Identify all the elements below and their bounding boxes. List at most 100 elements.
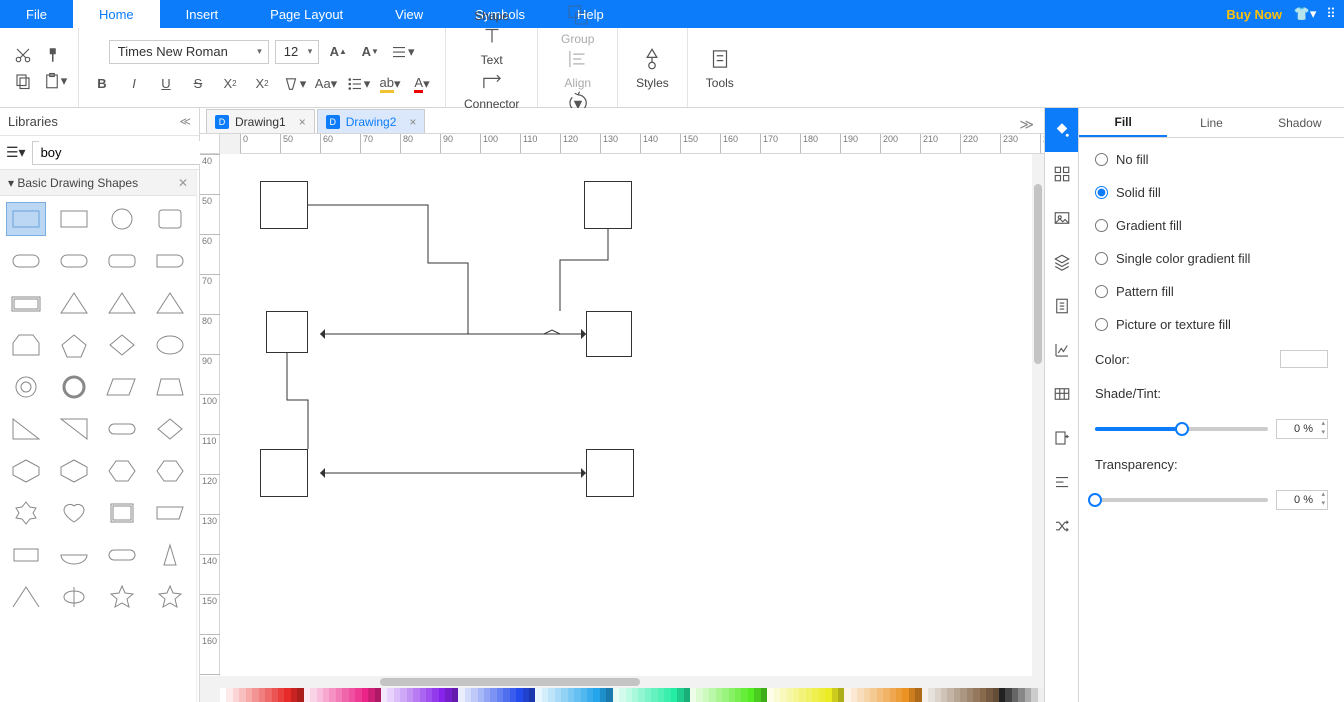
subscript-button[interactable]: X2 xyxy=(249,71,275,97)
layers-panel-icon[interactable] xyxy=(1045,240,1079,284)
shape-thumb[interactable] xyxy=(102,286,142,320)
italic-button[interactable]: I xyxy=(121,71,147,97)
shape-thumb[interactable] xyxy=(6,412,46,446)
menu-view[interactable]: View xyxy=(369,0,449,28)
export-panel-icon[interactable] xyxy=(1045,416,1079,460)
decrease-font-button[interactable]: A▼ xyxy=(357,39,383,65)
shape-thumb[interactable] xyxy=(102,370,142,404)
buy-now-link[interactable]: Buy Now xyxy=(1216,0,1292,28)
font-color-button[interactable]: A▾ xyxy=(409,71,435,97)
bold-button[interactable]: B xyxy=(89,71,115,97)
table-panel-icon[interactable] xyxy=(1045,372,1079,416)
shape-thumb[interactable] xyxy=(102,580,142,614)
search-input[interactable] xyxy=(39,141,219,164)
case-button[interactable]: Aa▾ xyxy=(313,71,339,97)
tab-drawing1[interactable]: DDrawing1× xyxy=(206,109,315,133)
transparency-value[interactable]: 0 % xyxy=(1276,490,1328,510)
diagram-node[interactable] xyxy=(266,311,308,353)
underline-button[interactable]: U xyxy=(153,71,179,97)
chart-panel-icon[interactable] xyxy=(1045,328,1079,372)
shape-thumb[interactable] xyxy=(54,496,94,530)
shape-thumb[interactable] xyxy=(6,328,46,362)
apps-icon[interactable]: ⠿ xyxy=(1318,0,1344,28)
shape-thumb[interactable] xyxy=(6,496,46,530)
fill-option[interactable]: Single color gradient fill xyxy=(1095,251,1328,266)
clear-format-button[interactable]: ▾ xyxy=(281,71,307,97)
copy-button[interactable] xyxy=(10,68,36,94)
increase-font-button[interactable]: A▲ xyxy=(325,39,351,65)
shape-thumb[interactable] xyxy=(102,538,142,572)
drawing-canvas[interactable] xyxy=(220,154,1044,676)
shape-thumb[interactable] xyxy=(54,244,94,278)
shape-thumb[interactable] xyxy=(6,538,46,572)
shape-thumb[interactable] xyxy=(54,412,94,446)
shirt-icon[interactable]: 👕▾ xyxy=(1292,0,1318,28)
canvas-vscroll[interactable] xyxy=(1032,154,1044,676)
shape-thumb[interactable] xyxy=(54,370,94,404)
menu-file[interactable]: File xyxy=(0,0,73,28)
highlight-button[interactable]: ab▾ xyxy=(377,71,403,97)
close-icon[interactable]: × xyxy=(299,115,306,129)
shape-thumb[interactable] xyxy=(54,328,94,362)
shape-tool[interactable]: Shape xyxy=(456,0,527,23)
shape-thumb[interactable] xyxy=(150,538,190,572)
shape-thumb[interactable] xyxy=(54,454,94,488)
align-button[interactable]: Align xyxy=(548,46,607,90)
diagram-node[interactable] xyxy=(586,449,634,497)
fill-option[interactable]: No fill xyxy=(1095,152,1328,167)
shade-value[interactable]: 0 % xyxy=(1276,419,1328,439)
diagram-node[interactable] xyxy=(586,311,632,357)
shape-thumb[interactable] xyxy=(150,454,190,488)
image-panel-icon[interactable] xyxy=(1045,196,1079,240)
shade-slider[interactable] xyxy=(1095,427,1268,431)
font-size-select[interactable]: 12 xyxy=(275,40,319,64)
tools-button[interactable]: Tools xyxy=(698,32,742,103)
color-palette-strip[interactable] xyxy=(220,688,1044,702)
fill-panel-icon[interactable] xyxy=(1045,108,1079,152)
shape-thumb[interactable] xyxy=(102,412,142,446)
shape-thumb[interactable] xyxy=(150,496,190,530)
close-section-icon[interactable]: ✕ xyxy=(178,176,188,190)
shape-thumb[interactable] xyxy=(102,328,142,362)
close-icon[interactable]: × xyxy=(409,115,416,129)
tab-drawing2[interactable]: DDrawing2× xyxy=(317,109,426,133)
page-panel-icon[interactable] xyxy=(1045,284,1079,328)
shape-thumb[interactable] xyxy=(102,454,142,488)
color-swatch[interactable] xyxy=(1280,350,1328,368)
shape-thumb[interactable] xyxy=(6,580,46,614)
format-painter-button[interactable] xyxy=(42,42,68,68)
menu-home[interactable]: Home xyxy=(73,0,160,28)
align-panel-icon[interactable] xyxy=(1045,460,1079,504)
shape-thumb[interactable] xyxy=(150,370,190,404)
shape-thumb[interactable] xyxy=(150,244,190,278)
fill-option[interactable]: Picture or texture fill xyxy=(1095,317,1328,332)
diagram-node[interactable] xyxy=(260,181,308,229)
shape-thumb[interactable] xyxy=(6,370,46,404)
shape-thumb[interactable] xyxy=(54,286,94,320)
tab-shadow[interactable]: Shadow xyxy=(1256,108,1344,137)
line-spacing-button[interactable]: ▾ xyxy=(389,39,415,65)
fill-option[interactable]: Solid fill xyxy=(1095,185,1328,200)
shape-thumb[interactable] xyxy=(102,496,142,530)
transparency-slider[interactable] xyxy=(1095,498,1268,502)
diagram-node[interactable] xyxy=(584,181,632,229)
libraries-scroll[interactable]: ▲▼ xyxy=(196,170,199,702)
shape-thumb[interactable] xyxy=(54,538,94,572)
collapse-libraries-icon[interactable]: ≪ xyxy=(179,115,191,128)
fill-option[interactable]: Pattern fill xyxy=(1095,284,1328,299)
shape-thumb[interactable] xyxy=(150,580,190,614)
bullets-button[interactable]: ▾ xyxy=(345,71,371,97)
shape-thumb[interactable] xyxy=(54,202,94,236)
connector-tool[interactable]: Connector xyxy=(456,67,527,111)
group-button[interactable]: Group xyxy=(548,2,607,46)
tab-line[interactable]: Line xyxy=(1167,108,1255,137)
shape-thumb[interactable] xyxy=(6,202,46,236)
palette-swatch[interactable] xyxy=(1038,688,1044,702)
menu-pagelayout[interactable]: Page Layout xyxy=(244,0,369,28)
shape-thumb[interactable] xyxy=(102,244,142,278)
shape-thumb[interactable] xyxy=(150,412,190,446)
layout-panel-icon[interactable] xyxy=(1045,152,1079,196)
expand-tabs-icon[interactable]: ≫ xyxy=(1009,116,1044,133)
shape-thumb[interactable] xyxy=(150,328,190,362)
menu-insert[interactable]: Insert xyxy=(160,0,245,28)
